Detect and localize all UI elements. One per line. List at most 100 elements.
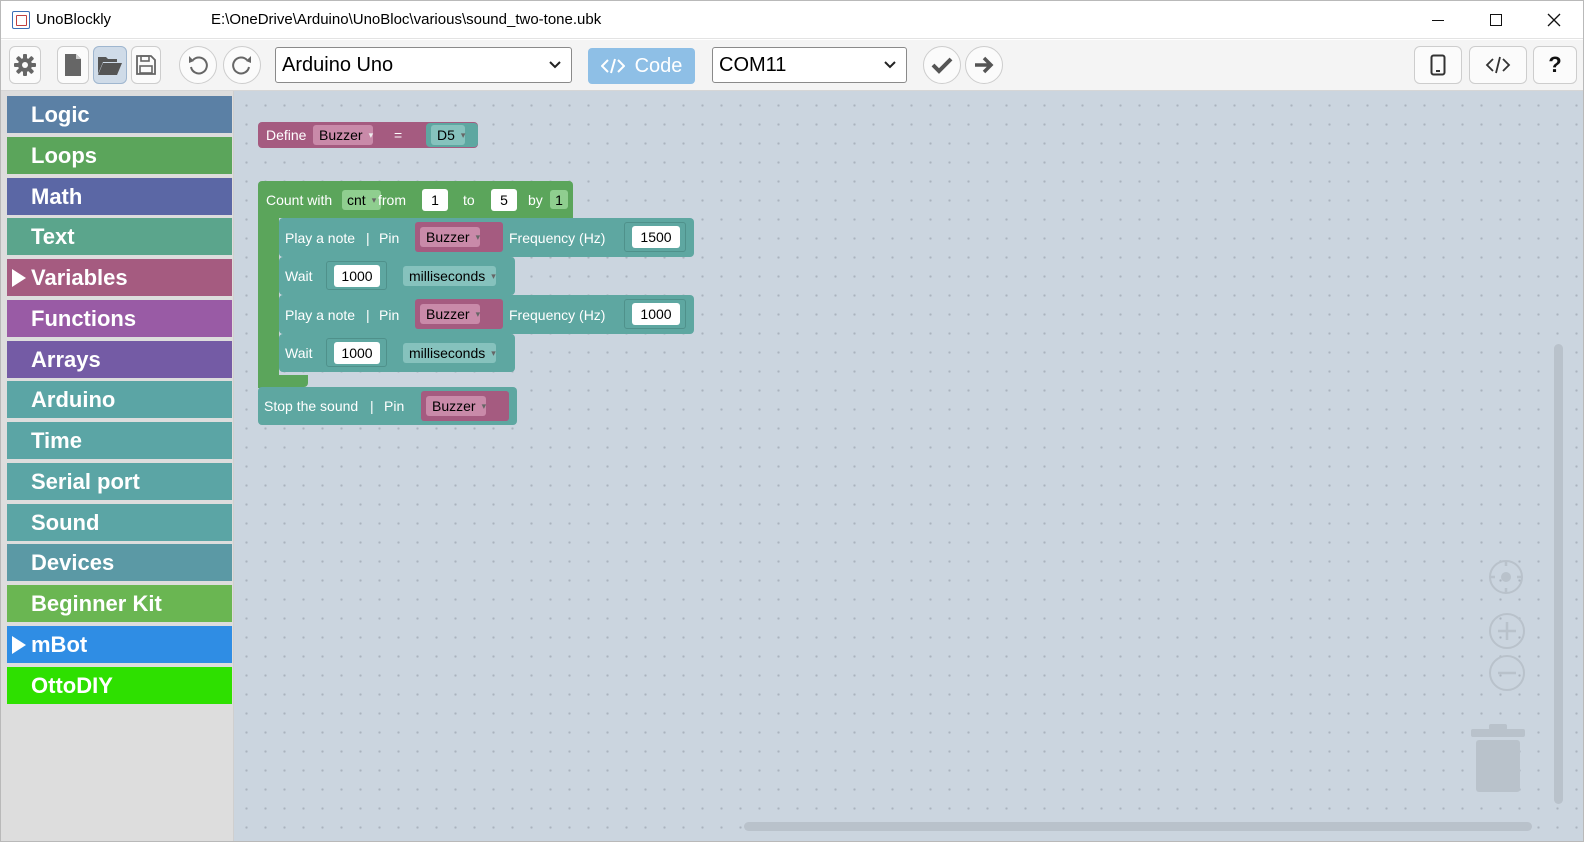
maximize-icon: [1490, 14, 1502, 26]
note2-pin-value: Buzzer: [426, 306, 470, 322]
port-select[interactable]: COM11: [712, 47, 907, 83]
block-workspace[interactable]: Define Buzzer = D5 Count with cnt from 1…: [234, 91, 1583, 841]
port-select-value: COM11: [719, 53, 787, 76]
toolbar: Arduino Uno Code COM11 ?: [1, 40, 1583, 91]
new-file-button[interactable]: [57, 46, 89, 84]
loop-to-input[interactable]: 5: [491, 189, 517, 211]
category-arrays[interactable]: Arrays: [7, 341, 232, 378]
code-button[interactable]: Code: [588, 48, 695, 84]
category-label: Math: [31, 183, 83, 209]
category-ottodiy[interactable]: OttoDIY: [7, 667, 232, 704]
category-arduino[interactable]: Arduino: [7, 381, 232, 418]
wait-block[interactable]: Wait 1000 milliseconds: [279, 334, 515, 372]
redo-button[interactable]: [223, 46, 261, 84]
loop-var-field[interactable]: cnt: [342, 190, 382, 210]
play-note-block[interactable]: Play a note | Pin Buzzer Frequency (Hz) …: [279, 218, 694, 257]
verify-button[interactable]: [923, 46, 961, 84]
device-view-button[interactable]: [1414, 46, 1462, 84]
define-var-value: Buzzer: [319, 127, 363, 143]
note2-pin-dropdown[interactable]: Buzzer: [420, 304, 481, 324]
wait2-unit-value: milliseconds: [409, 345, 486, 361]
app-logo-icon: [12, 11, 30, 29]
trash-can-icon[interactable]: [1471, 724, 1525, 794]
undo-icon: [189, 56, 208, 75]
minus-icon: [1498, 671, 1516, 675]
note2-frequency-input[interactable]: 1000: [632, 303, 680, 325]
category-beginner-kit[interactable]: Beginner Kit: [7, 585, 232, 622]
wait2-unit-dropdown[interactable]: milliseconds: [403, 343, 496, 363]
note1-frequency-input[interactable]: 1500: [632, 226, 680, 248]
board-select[interactable]: Arduino Uno: [275, 47, 572, 83]
loop-by-label: by: [528, 191, 543, 208]
category-loops[interactable]: Loops: [7, 137, 232, 174]
wait1-unit-value: milliseconds: [409, 268, 486, 284]
app-title: UnoBlockly: [36, 11, 112, 28]
wait2-input[interactable]: 1000: [334, 342, 380, 364]
category-label: Logic: [31, 101, 90, 127]
play-note-label: Play a note: [285, 229, 356, 246]
category-functions[interactable]: Functions: [7, 300, 232, 337]
stop-sound-label: Stop the sound: [264, 398, 359, 414]
wait1-unit-dropdown[interactable]: milliseconds: [403, 266, 496, 286]
category-variables[interactable]: Variables: [7, 259, 232, 296]
undo-button[interactable]: [179, 46, 217, 84]
save-button[interactable]: [131, 46, 161, 84]
loop-to-label: to: [463, 191, 475, 208]
open-file-button[interactable]: [93, 46, 127, 84]
horizontal-scrollbar[interactable]: [744, 822, 1532, 831]
frequency-label: Frequency (Hz): [509, 229, 606, 246]
help-button[interactable]: ?: [1533, 46, 1577, 84]
checkmark-icon: [931, 57, 953, 74]
loop-by-input[interactable]: 1: [550, 190, 568, 209]
minimize-button[interactable]: [1409, 1, 1467, 39]
stop-pin-value: Buzzer: [432, 398, 476, 414]
play-note-label: Play a note: [285, 306, 356, 323]
settings-button[interactable]: [9, 46, 41, 84]
category-devices[interactable]: Devices: [7, 544, 232, 581]
count-with-block[interactable]: Count with cnt from 1 to 5 by 1: [258, 181, 573, 218]
minimize-icon: [1432, 19, 1444, 21]
loop-from-input[interactable]: 1: [422, 189, 448, 211]
category-math[interactable]: Math: [7, 178, 232, 215]
define-block[interactable]: Define Buzzer = D5: [258, 122, 478, 148]
define-label: Define: [266, 127, 307, 143]
loop-var-value: cnt: [347, 192, 366, 208]
stop-pin-dropdown[interactable]: Buzzer: [426, 396, 487, 416]
category-logic[interactable]: Logic: [7, 96, 232, 133]
pin-label: Pin: [379, 229, 400, 246]
category-label: OttoDIY: [31, 672, 113, 698]
separator: |: [366, 229, 370, 246]
zoom-out-button[interactable]: [1489, 655, 1525, 691]
loop-bottom-arm: [258, 375, 308, 387]
recenter-button[interactable]: [1489, 560, 1523, 594]
category-sound[interactable]: Sound: [7, 504, 232, 541]
play-note-block[interactable]: Play a note | Pin Buzzer Frequency (Hz) …: [279, 295, 694, 334]
zoom-in-button[interactable]: [1489, 613, 1525, 649]
category-time[interactable]: Time: [7, 422, 232, 459]
wait-label: Wait: [285, 345, 313, 361]
define-pin-dropdown[interactable]: D5: [431, 125, 466, 145]
stop-sound-block[interactable]: Stop the sound | Pin Buzzer: [258, 387, 517, 425]
category-label: Serial port: [31, 468, 140, 494]
category-label: Functions: [31, 305, 137, 331]
redo-icon: [232, 56, 251, 75]
code-view-button[interactable]: [1469, 46, 1527, 84]
category-label: Beginner Kit: [31, 590, 162, 616]
wait-block[interactable]: Wait 1000 milliseconds: [279, 257, 515, 295]
vertical-scrollbar[interactable]: [1554, 344, 1563, 804]
define-var-dropdown[interactable]: Buzzer: [313, 125, 374, 145]
define-pin-value: D5: [437, 127, 455, 143]
close-icon: [1547, 13, 1561, 27]
category-text[interactable]: Text: [7, 218, 232, 255]
upload-button[interactable]: [965, 46, 1003, 84]
define-eq-label: =: [394, 127, 403, 143]
expand-arrow-icon: [12, 269, 26, 287]
separator: |: [366, 306, 370, 323]
note1-pin-dropdown[interactable]: Buzzer: [420, 227, 481, 247]
category-serial-port[interactable]: Serial port: [7, 463, 232, 500]
title-bar: UnoBlockly E:\OneDrive\Arduino\UnoBloc\v…: [1, 1, 1583, 39]
category-mbot[interactable]: mBot: [7, 626, 232, 663]
wait1-input[interactable]: 1000: [334, 265, 380, 287]
close-button[interactable]: [1525, 1, 1583, 39]
maximize-button[interactable]: [1467, 1, 1525, 39]
